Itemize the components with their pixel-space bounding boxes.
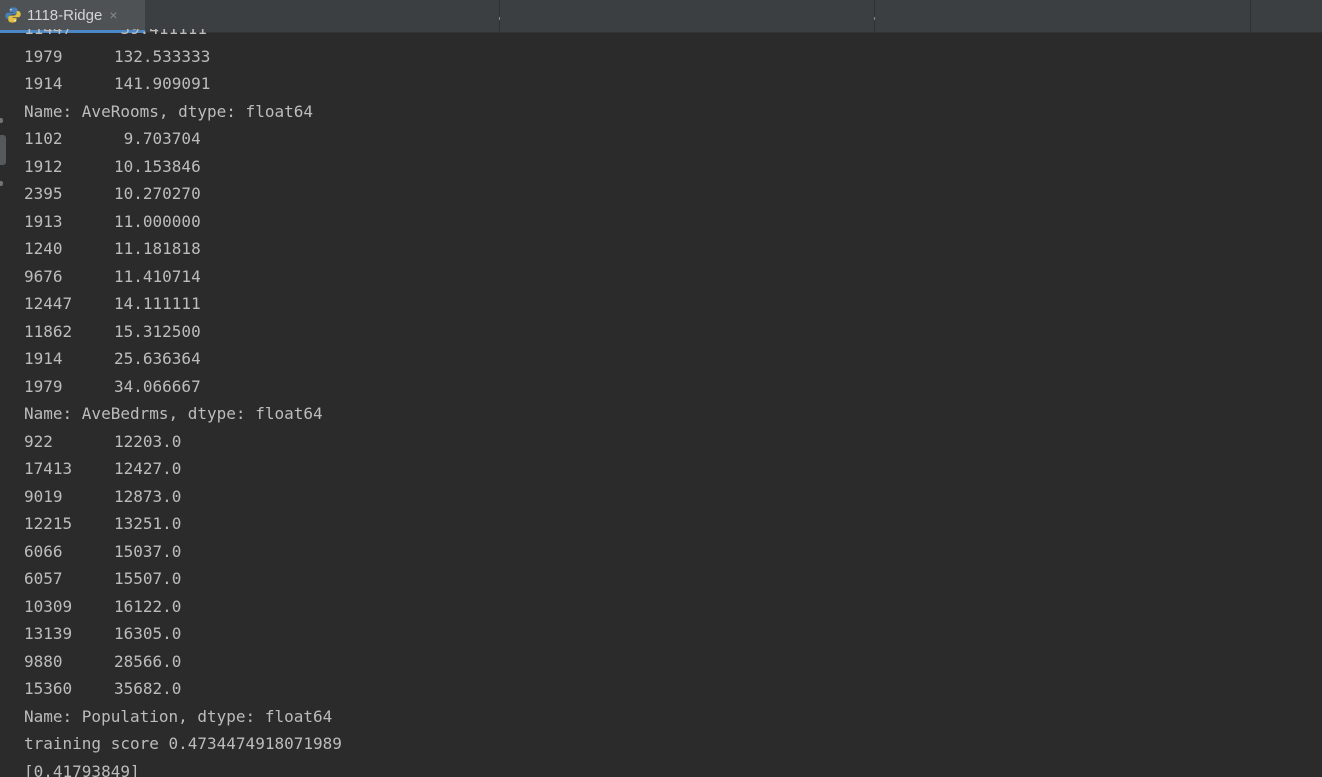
- series-index: 6057: [24, 569, 63, 588]
- series-index: 6066: [24, 541, 63, 561]
- series-value: 15.312500: [114, 321, 201, 341]
- series-value: 11.410714: [114, 266, 201, 286]
- series-index: 9880: [24, 651, 63, 671]
- series-value: 15507.0: [114, 569, 182, 588]
- series-index: 17413: [24, 459, 73, 478]
- series-value: 28566.0: [114, 651, 182, 671]
- series-index: 922: [24, 431, 53, 451]
- series-index: 1102: [24, 129, 63, 148]
- series-value: 14.111111: [114, 294, 201, 313]
- series-index: 12447: [24, 294, 73, 313]
- series-row: 11862 15.312500: [24, 318, 1314, 346]
- series-index: 13139: [24, 624, 73, 643]
- tab-label: 1118-Ridge: [27, 6, 103, 24]
- series-row: 1913 11.000000: [24, 208, 1314, 236]
- series-row: 9019 12873.0: [24, 483, 1314, 511]
- series-index: 1240: [24, 239, 63, 258]
- series-index: 9019: [24, 486, 63, 506]
- series-row: 1914 25.636364: [24, 345, 1314, 373]
- series-index: 10309: [24, 596, 73, 616]
- gutter-mark: [0, 118, 3, 123]
- series-index: 1979: [24, 376, 63, 396]
- console-line-partial: 11447 39.411111: [24, 29, 1314, 43]
- series-row: 1914 141.909091: [24, 70, 1314, 98]
- console-line: training score 0.4734474918071989: [24, 734, 342, 753]
- series-value: 11.000000: [114, 211, 201, 231]
- series-value: 13251.0: [114, 514, 182, 533]
- series-row: 1979 34.066667: [24, 373, 1314, 401]
- series-index: 1913: [24, 211, 63, 231]
- gutter-mark: [0, 181, 3, 186]
- series-row: 15360 35682.0: [24, 675, 1314, 703]
- series-value: 9.703704: [114, 129, 201, 148]
- series-row: 17413 12427.0: [24, 455, 1314, 483]
- series-value: 25.636364: [114, 349, 201, 368]
- series-row: 6066 15037.0: [24, 538, 1314, 566]
- series-index: 9676: [24, 266, 63, 286]
- close-icon[interactable]: ×: [109, 7, 117, 23]
- series-value: 12203.0: [114, 431, 182, 451]
- series-row: 9880 28566.0: [24, 648, 1314, 676]
- series-row: 1979 132.533333: [24, 43, 1314, 71]
- series-value: 16122.0: [114, 596, 182, 616]
- series-row: 6057 15507.0: [24, 565, 1314, 593]
- console-line: Name: AveRooms, dtype: float64: [24, 101, 313, 121]
- series-index: 1912: [24, 156, 63, 176]
- series-row: 1912 10.153846: [24, 153, 1314, 181]
- series-value: 35682.0: [114, 679, 182, 698]
- series-row: 9676 11.410714: [24, 263, 1314, 291]
- gutter-scroll-handle[interactable]: [0, 135, 6, 165]
- console-line: [0.41793849]: [24, 761, 140, 777]
- tab-divider: [499, 0, 500, 32]
- python-icon: [4, 6, 22, 24]
- series-index: 2395: [24, 184, 63, 203]
- series-row: 10309 16122.0: [24, 593, 1314, 621]
- series-index: 11862: [24, 321, 73, 341]
- series-row: 13139 16305.0: [24, 620, 1314, 648]
- series-row: 2395 10.270270: [24, 180, 1314, 208]
- series-value: 16305.0: [114, 624, 182, 643]
- series-row: 12447 14.111111: [24, 290, 1314, 318]
- series-index: 1979: [24, 46, 63, 66]
- series-value: 12873.0: [114, 486, 182, 506]
- series-value: 141.909091: [114, 74, 211, 93]
- tab-divider: [874, 0, 875, 32]
- series-row: 1240 11.181818: [24, 235, 1314, 263]
- series-index: 1914: [24, 74, 63, 93]
- series-row: 922 12203.0: [24, 428, 1314, 456]
- series-index: 12215: [24, 514, 73, 533]
- series-value: 10.270270: [114, 184, 201, 203]
- series-index: 15360: [24, 679, 73, 698]
- series-value: 12427.0: [114, 459, 182, 478]
- series-value: 132.533333: [114, 46, 211, 66]
- console-output[interactable]: 11447 39.411111 1979 132.533333 1914 141.90…: [24, 29, 1314, 777]
- tab-divider: [1250, 0, 1251, 32]
- console-line: Name: Population, dtype: float64: [24, 706, 333, 726]
- series-value: 15037.0: [114, 541, 182, 561]
- series-value: 11.181818: [114, 239, 201, 258]
- series-value: 34.066667: [114, 376, 201, 396]
- series-row: 12215 13251.0: [24, 510, 1314, 538]
- series-index: 1914: [24, 349, 63, 368]
- series-row: 1102 9.703704: [24, 125, 1314, 153]
- series-value: 10.153846: [114, 156, 201, 176]
- console-line: Name: AveBedrms, dtype: float64: [24, 404, 323, 423]
